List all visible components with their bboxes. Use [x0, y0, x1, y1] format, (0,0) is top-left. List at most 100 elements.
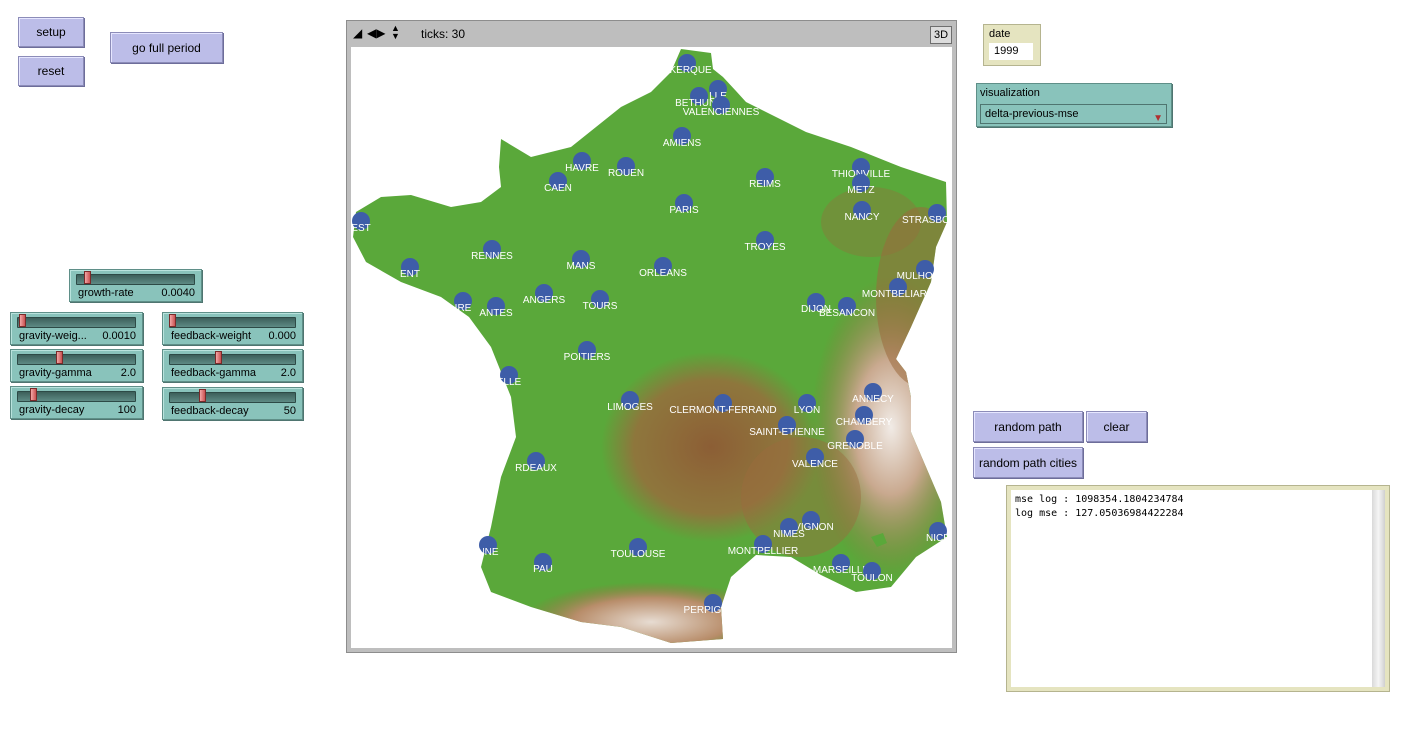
slider-handle[interactable] — [214, 351, 222, 364]
city-label: RDEAUX — [515, 463, 557, 474]
chooser-selected-value: delta-previous-mse — [985, 108, 1079, 120]
city-label: PARIS — [669, 205, 699, 216]
slider-handle[interactable] — [199, 389, 206, 402]
city-label: ROUEN — [607, 168, 645, 179]
slider-track — [17, 317, 136, 328]
city-label: NNE — [477, 547, 499, 558]
slider-value: 100 — [117, 404, 136, 416]
gravity-weight-slider[interactable]: gravity-weig... 0.0010 — [10, 312, 143, 345]
world-toolbar: ◢ ◀▶ ▲ ▼ ticks: 30 3D — [347, 21, 956, 47]
slider-handle[interactable] — [19, 314, 27, 327]
city-label: HAVRE — [565, 163, 599, 174]
slider-label: gravity-decay — [19, 404, 85, 416]
city-label: IRE — [454, 303, 472, 314]
city-label: LIMOGES — [607, 402, 653, 413]
city-label: LYON — [793, 405, 821, 416]
random-path-button[interactable]: random path — [973, 411, 1083, 442]
city-label: PAU — [533, 564, 553, 575]
feedback-decay-slider[interactable]: feedback-decay 50 — [162, 387, 303, 420]
slider-track — [169, 354, 296, 365]
slider-track — [169, 317, 296, 328]
city-label: NICE — [926, 533, 950, 544]
slider-track — [76, 274, 195, 285]
city-label: TOULON — [851, 573, 893, 584]
output-line: log mse : 127.05036984422284 — [1015, 508, 1184, 519]
output-line: mse log : 1098354.1804234784 — [1015, 494, 1184, 505]
city-label: VALENCE — [792, 459, 838, 470]
slider-label: feedback-weight — [171, 330, 252, 342]
monitor-value: 1999 — [989, 43, 1033, 60]
city-label: METZ — [847, 185, 875, 196]
city-label: ENT — [400, 269, 420, 280]
slider-value: 0.0040 — [161, 287, 195, 299]
city-label: ANGERS — [522, 295, 566, 306]
visualization-chooser[interactable]: visualization delta-previous-mse ▼ — [976, 83, 1172, 127]
horizontal-resize-icon[interactable]: ◀▶ — [367, 27, 385, 39]
city-label: ANNECY — [852, 394, 894, 405]
city-label: ELLE — [496, 377, 522, 388]
feedback-gamma-slider[interactable]: feedback-gamma 2.0 — [162, 349, 303, 382]
gravity-gamma-slider[interactable]: gravity-gamma 2.0 — [10, 349, 143, 382]
city-label: NKERQUE — [662, 65, 712, 76]
city-label: NANCY — [844, 212, 880, 223]
3d-view-button[interactable]: 3D — [930, 26, 952, 44]
city-label: CAEN — [544, 183, 572, 194]
city-label: CHAMBERY — [835, 417, 893, 428]
city-label: ANTES — [479, 308, 513, 319]
reset-button[interactable]: reset — [18, 56, 84, 86]
city-label: VALENCIENNES — [682, 107, 760, 118]
city-label: RENNES — [471, 251, 513, 262]
city-label: EST — [351, 223, 371, 234]
growth-rate-slider[interactable]: growth-rate 0.0040 — [69, 269, 202, 302]
chooser-title: visualization — [980, 87, 1040, 99]
slider-value: 2.0 — [280, 367, 296, 379]
date-monitor: date 1999 — [983, 24, 1041, 66]
map-view[interactable]: NKERQUELLEBETHUNEVALENCIENNESAMIENSHAVRE… — [351, 47, 952, 648]
setup-button[interactable]: setup — [18, 17, 84, 47]
slider-label: gravity-gamma — [19, 367, 92, 379]
slider-label: feedback-decay — [171, 405, 249, 417]
output-scrollbar[interactable] — [1372, 490, 1385, 687]
world-view: ◢ ◀▶ ▲ ▼ ticks: 30 3D NKERQUE BETHUNE VA… — [346, 20, 957, 653]
slider-label: growth-rate — [78, 287, 134, 299]
city-label: SAINT-ETIENNE — [749, 427, 825, 438]
vertical-resize-icon[interactable]: ▲ ▼ — [391, 24, 400, 41]
slider-track — [17, 354, 136, 365]
city-label: REIMS — [749, 179, 781, 190]
gravity-decay-slider[interactable]: gravity-decay 100 — [10, 386, 143, 419]
slider-handle[interactable] — [169, 314, 176, 327]
output-text[interactable]: mse log : 1098354.1804234784 log mse : 1… — [1011, 490, 1373, 687]
slider-handle[interactable] — [30, 388, 38, 401]
clear-button[interactable]: clear — [1086, 411, 1147, 442]
city-label: CLERMONT-FERRAND — [669, 405, 777, 416]
city-label: STRASBOURG — [901, 215, 952, 226]
city-label: MONTBELIARD — [861, 289, 935, 300]
city-label: AMIENS — [662, 138, 702, 149]
slider-handle[interactable] — [83, 271, 91, 284]
city-label: PERPIGNAN — [683, 605, 743, 616]
go-full-period-button[interactable]: go full period — [110, 32, 223, 63]
slider-label: feedback-gamma — [171, 367, 256, 379]
city-label: MONTPELLIER — [727, 546, 799, 557]
slider-value: 0.000 — [268, 330, 296, 342]
dropdown-arrow-icon[interactable]: ▼ — [1153, 110, 1163, 128]
monitor-title: date — [989, 28, 1011, 40]
random-path-cities-button[interactable]: random path cities — [973, 447, 1083, 478]
slider-label: gravity-weig... — [19, 330, 87, 342]
city-label: POITIERS — [563, 352, 611, 363]
slider-value: 0.0010 — [102, 330, 136, 342]
slider-value: 50 — [283, 405, 296, 417]
zoom-toggle-icon[interactable]: ◢ — [353, 27, 362, 39]
city-label: TOULOUSE — [610, 549, 666, 560]
city-label: NIMES — [773, 529, 805, 540]
city-label: TROYES — [744, 242, 786, 253]
city-label: BESANCON — [818, 308, 876, 319]
feedback-weight-slider[interactable]: feedback-weight 0.000 — [162, 312, 303, 345]
slider-handle[interactable] — [56, 351, 64, 364]
city-label: MANS — [566, 261, 596, 272]
city-label: ORLEANS — [639, 268, 687, 279]
output-area: mse log : 1098354.1804234784 log mse : 1… — [1006, 485, 1390, 692]
ticks-counter: ticks: 30 — [421, 27, 466, 41]
slider-track — [169, 392, 296, 403]
visualization-select[interactable]: delta-previous-mse ▼ — [980, 104, 1167, 124]
